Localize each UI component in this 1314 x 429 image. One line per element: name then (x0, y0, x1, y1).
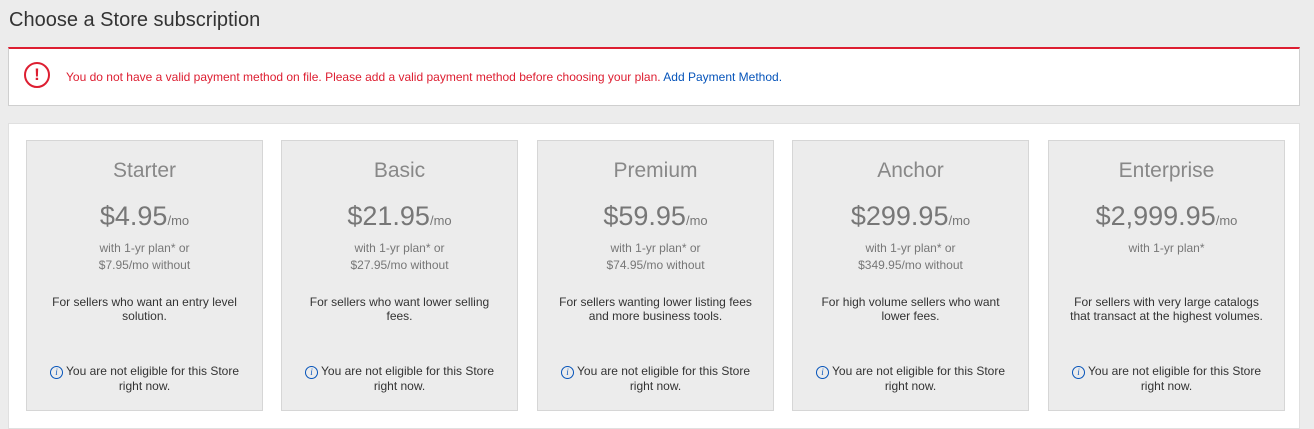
plan-name: Starter (112, 159, 177, 182)
price-unit: /mo (167, 213, 190, 228)
price-unit: /mo (948, 213, 971, 228)
plan-name: Premium (613, 159, 698, 182)
info-icon[interactable]: i (816, 366, 829, 379)
payment-alert: ! You do not have a valid payment method… (8, 47, 1300, 106)
plan-terms: with 1-yr plan* or $74.95/mo without (538, 240, 773, 274)
plan-terms: with 1-yr plan* or $7.95/mo without (27, 240, 262, 274)
plan-price: $59.95/mo (538, 200, 773, 237)
price-amount: $299.95 (850, 201, 949, 231)
plan-terms-line1: with 1-yr plan* or (610, 241, 701, 255)
eligibility-note: i You are not eligible for this Store rig… (1063, 364, 1270, 393)
plan-price: $4.95/mo (27, 200, 262, 237)
eligibility-note: i You are not eligible for this Store rig… (296, 364, 503, 393)
price-amount: $2,999.95 (1095, 201, 1216, 231)
info-icon[interactable]: i (1072, 366, 1085, 379)
plan-description: For high volume sellers who want lower f… (821, 295, 1000, 323)
plan-terms-line1: with 1-yr plan* or (354, 241, 445, 255)
price-amount: $59.95 (603, 201, 686, 231)
plan-card-starter[interactable]: Starter $4.95/mo with 1-yr plan* or $7.9… (26, 140, 263, 411)
plan-terms-line2: $349.95/mo without (858, 258, 963, 272)
page-title: Choose a Store subscription (9, 9, 261, 31)
eligibility-text: You are not eligible for this Store righ… (832, 364, 1005, 393)
exclamation-icon: ! (24, 62, 50, 88)
plan-terms-line1: with 1-yr plan* (1128, 241, 1205, 255)
plan-terms-line1: with 1-yr plan* or (865, 241, 956, 255)
plan-terms: with 1-yr plan* (1049, 240, 1284, 257)
plan-description: For sellers wanting lower listing fees a… (559, 295, 752, 323)
info-icon[interactable]: i (305, 366, 318, 379)
plan-name: Anchor (877, 159, 944, 182)
plan-terms-line2: $74.95/mo without (606, 258, 705, 272)
eligibility-note: i You are not eligible for this Store rig… (41, 364, 248, 393)
plan-price: $2,999.95/mo (1049, 200, 1284, 237)
plan-card-premium[interactable]: Premium $59.95/mo with 1-yr plan* or $74… (537, 140, 774, 411)
plan-terms-line2: $7.95/mo without (98, 258, 191, 272)
eligibility-text: You are not eligible for this Store righ… (66, 364, 239, 393)
plan-price: $299.95/mo (793, 200, 1028, 237)
eligibility-note: i You are not eligible for this Store rig… (552, 364, 759, 393)
plan-name: Enterprise (1118, 159, 1215, 182)
plan-terms-line2: $27.95/mo without (350, 258, 449, 272)
plan-card-basic[interactable]: Basic $21.95/mo with 1-yr plan* or $27.9… (281, 140, 518, 411)
plan-description: For sellers who want lower selling fees. (309, 295, 490, 323)
alert-text: You do not have a valid payment method o… (66, 70, 782, 84)
plan-name: Basic (373, 159, 426, 182)
info-icon[interactable]: i (50, 366, 63, 379)
plan-terms-line1: with 1-yr plan* or (99, 241, 190, 255)
plan-description: For sellers who want an entry level solu… (52, 295, 237, 323)
plan-price: $21.95/mo (282, 200, 517, 237)
price-amount: $21.95 (347, 201, 430, 231)
eligibility-text: You are not eligible for this Store righ… (1088, 364, 1261, 393)
alert-message: You do not have a valid payment method o… (66, 70, 661, 84)
price-unit: /mo (429, 213, 452, 228)
eligibility-text: You are not eligible for this Store righ… (577, 364, 750, 393)
alert-trailing: . (778, 70, 783, 84)
plan-terms: with 1-yr plan* or $27.95/mo without (282, 240, 517, 274)
price-unit: /mo (1215, 213, 1238, 228)
add-payment-method-link[interactable]: Add Payment Method (663, 70, 778, 84)
plan-card-enterprise[interactable]: Enterprise $2,999.95/mo with 1-yr plan* … (1048, 140, 1285, 411)
plan-description: For sellers with very large catalogs tha… (1070, 295, 1263, 323)
price-amount: $4.95 (99, 201, 168, 231)
eligibility-note: i You are not eligible for this Store rig… (807, 364, 1014, 393)
info-icon[interactable]: i (561, 366, 574, 379)
price-unit: /mo (685, 213, 708, 228)
plan-card-anchor[interactable]: Anchor $299.95/mo with 1-yr plan* or $34… (792, 140, 1029, 411)
plan-terms: with 1-yr plan* or $349.95/mo without (793, 240, 1028, 274)
eligibility-text: You are not eligible for this Store righ… (321, 364, 494, 393)
